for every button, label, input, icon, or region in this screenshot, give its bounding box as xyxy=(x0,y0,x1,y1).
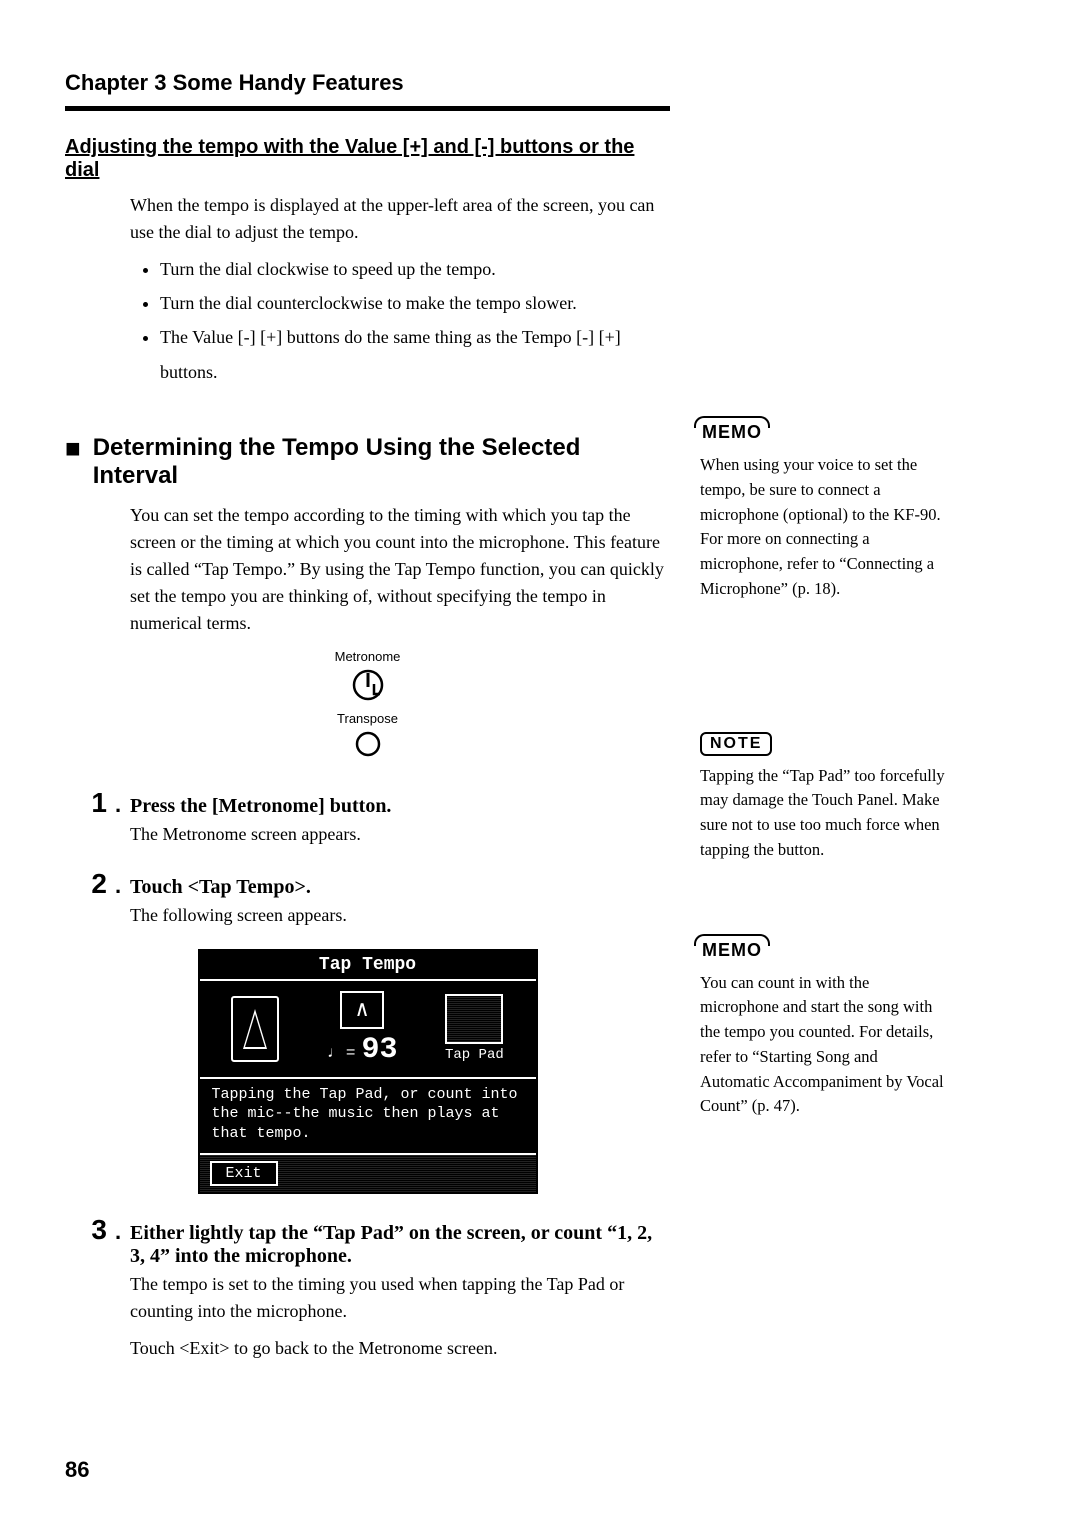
metronome-icon xyxy=(231,996,279,1062)
square-bullet-icon: ■ xyxy=(65,434,81,463)
note-badge: NOTE xyxy=(700,732,772,756)
section-heading: ■ Determining the Tempo Using the Select… xyxy=(65,434,670,490)
subsection-heading: Adjusting the tempo with the Value [+] a… xyxy=(65,136,670,182)
bullet-item: The Value [-] [+] buttons do the same th… xyxy=(160,320,670,388)
bpm-prefix: ♩ = xyxy=(327,1044,356,1062)
bullet-item: Turn the dial counterclockwise to make t… xyxy=(160,286,670,320)
screen-title: Tap Tempo xyxy=(200,951,536,981)
step-number: 3 xyxy=(65,1214,115,1246)
intro-paragraph: When the tempo is displayed at the upper… xyxy=(130,192,670,246)
metronome-button-icon xyxy=(350,667,386,708)
bullet-list: Turn the dial clockwise to speed up the … xyxy=(160,252,670,389)
tap-pad-button[interactable] xyxy=(445,994,503,1044)
step: 3 . Either lightly tap the “Tap Pad” on … xyxy=(65,1214,670,1325)
chapter-heading: Chapter 3 Some Handy Features xyxy=(65,70,670,96)
memo-text: When using your voice to set the tempo, … xyxy=(700,453,950,602)
diagram-label-bottom: Transpose xyxy=(65,711,670,726)
memo-badge: MEMO xyxy=(700,420,764,445)
button-diagram: Metronome Transpose xyxy=(65,649,670,767)
step-dot: . xyxy=(115,873,130,899)
step-dot: . xyxy=(115,1219,130,1245)
memo-badge: MEMO xyxy=(700,938,764,963)
bpm-value: 93 xyxy=(361,1033,397,1067)
transpose-button-icon xyxy=(353,729,383,764)
beat-indicator: ∧ ♩ = 93 xyxy=(327,991,398,1067)
section-title: Determining the Tempo Using the Selected… xyxy=(93,434,670,490)
step-number: 2 xyxy=(65,868,115,900)
step-number: 1 xyxy=(65,787,115,819)
bullet-item: Turn the dial clockwise to speed up the … xyxy=(160,252,670,286)
step-text: The tempo is set to the timing you used … xyxy=(130,1271,670,1325)
section-body: You can set the tempo according to the t… xyxy=(130,502,670,637)
tap-pad-label: Tap Pad xyxy=(445,1047,504,1063)
rule xyxy=(65,106,670,111)
step-title: Either lightly tap the “Tap Pad” on the … xyxy=(130,1222,670,1268)
exit-instruction: Touch <Exit> to go back to the Metronome… xyxy=(130,1335,670,1362)
step: 2 . Touch <Tap Tempo>. The following scr… xyxy=(65,868,670,929)
step-title: Touch <Tap Tempo>. xyxy=(130,876,670,899)
note-text: Tapping the “Tap Pad” too forcefully may… xyxy=(700,764,950,863)
page-number: 86 xyxy=(65,1457,89,1483)
exit-button[interactable]: Exit xyxy=(210,1161,278,1186)
step-text: The Metronome screen appears. xyxy=(130,821,670,848)
diagram-label-top: Metronome xyxy=(65,649,670,664)
beat-icon: ∧ xyxy=(340,991,384,1029)
step-title: Press the [Metronome] button. xyxy=(130,795,670,818)
step-dot: . xyxy=(115,792,130,818)
step: 1 . Press the [Metronome] button. The Me… xyxy=(65,787,670,848)
step-text: The following screen appears. xyxy=(130,902,670,929)
screen-instructions: Tapping the Tap Pad, or count into the m… xyxy=(200,1079,536,1156)
memo-text: You can count in with the microphone and… xyxy=(700,971,950,1120)
tap-tempo-screen: Tap Tempo ∧ ♩ = 93 Tap Pad Tapping the T… xyxy=(198,949,538,1195)
